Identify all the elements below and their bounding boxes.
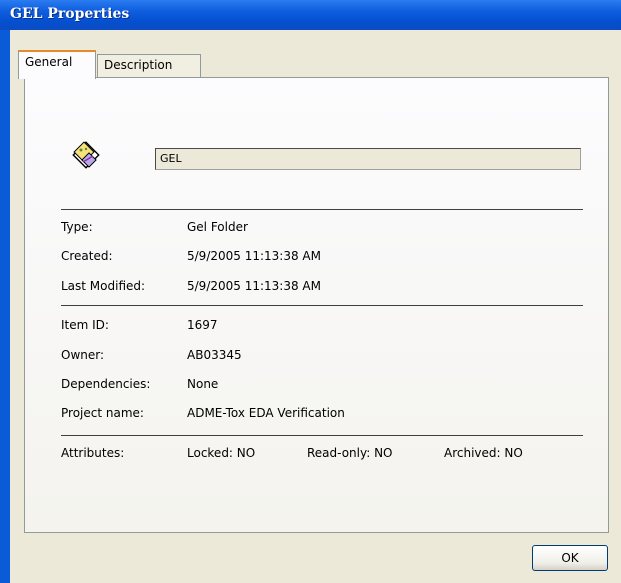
locked-attribute: Locked: NO <box>187 446 256 460</box>
type-label: Type: <box>61 220 93 234</box>
created-value: 5/9/2005 11:13:38 AM <box>187 249 321 263</box>
last-modified-value: 5/9/2005 11:13:38 AM <box>187 279 321 293</box>
attributes-label: Attributes: <box>61 446 125 460</box>
owner-label: Owner: <box>61 348 105 362</box>
gel-folder-icon <box>72 141 100 169</box>
item-id-value: 1697 <box>187 318 218 332</box>
archived-attribute: Archived: NO <box>444 446 523 460</box>
item-name-field[interactable]: GEL <box>155 148 581 170</box>
separator <box>61 435 583 436</box>
dialog-client-area: General Description GEL Type: Gel Folder… <box>10 30 621 583</box>
tab-description-label: Description <box>104 58 173 72</box>
dependencies-label: Dependencies: <box>61 377 151 391</box>
ok-button[interactable]: OK <box>532 545 608 571</box>
type-value: Gel Folder <box>187 220 248 234</box>
item-id-label: Item ID: <box>61 318 109 332</box>
project-name-label: Project name: <box>61 406 144 420</box>
last-modified-label: Last Modified: <box>61 279 146 293</box>
read-only-attribute: Read-only: NO <box>307 446 393 460</box>
project-name-value: ADME-Tox EDA Verification <box>187 406 345 420</box>
tab-general-label: General <box>25 55 73 69</box>
owner-value: AB03345 <box>187 348 242 362</box>
separator <box>61 305 583 306</box>
separator <box>61 209 583 210</box>
created-label: Created: <box>61 249 113 263</box>
window-title: GEL Properties <box>10 6 130 22</box>
properties-window: GEL Properties General Description GEL T… <box>0 0 621 583</box>
title-bar[interactable]: GEL Properties <box>0 0 621 30</box>
dependencies-value: None <box>187 377 219 391</box>
general-tab-panel: GEL Type: Gel Folder Created: 5/9/2005 1… <box>24 77 609 533</box>
tab-description[interactable]: Description <box>97 54 201 77</box>
tab-general[interactable]: General <box>18 50 96 79</box>
